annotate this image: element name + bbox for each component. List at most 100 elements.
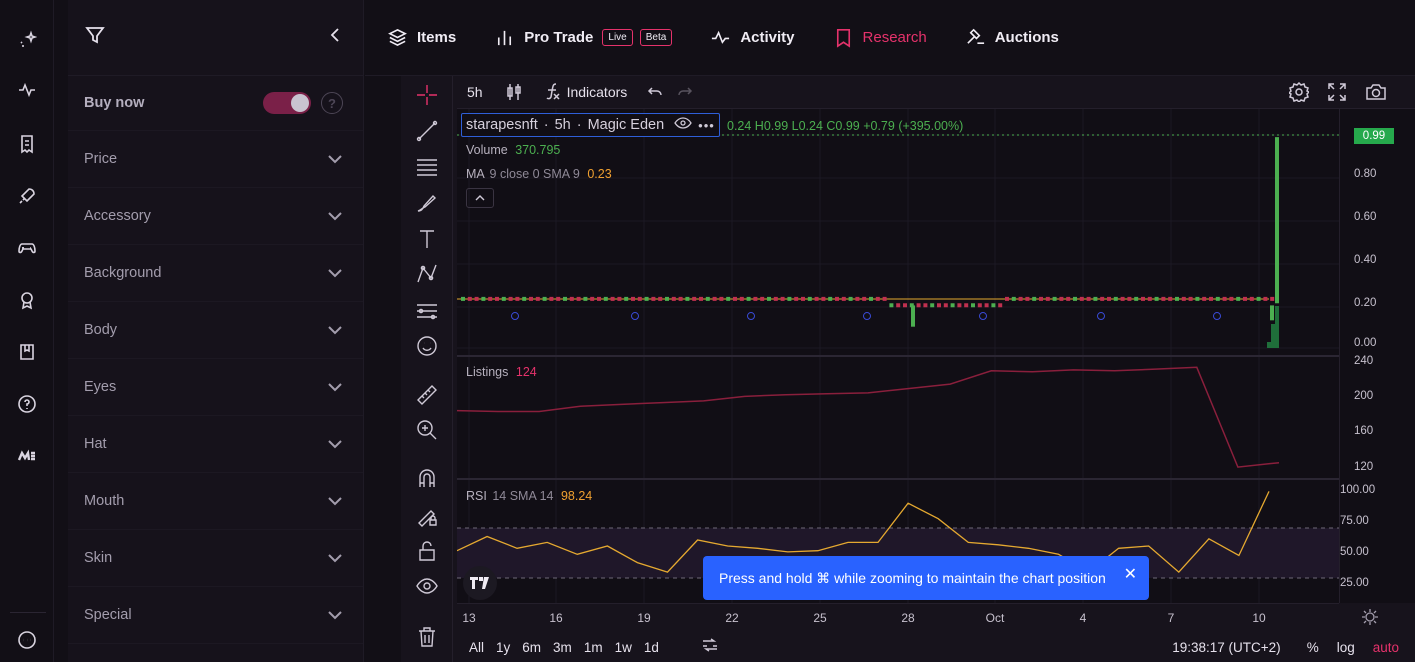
filter-category-price[interactable]: Price [68, 131, 363, 188]
candle [644, 296, 649, 301]
price-tick: 0.40 [1354, 254, 1377, 266]
auto-toggle[interactable]: auto [1373, 640, 1399, 655]
buy-now-label: Buy now [84, 95, 145, 111]
nav-auctions-label: Auctions [994, 29, 1059, 46]
lock-icon[interactable] [414, 538, 440, 564]
indicators-button[interactable]: Indicators [545, 82, 627, 103]
range-button-1d[interactable]: 1d [644, 640, 659, 655]
filter-category-accessory[interactable]: Accessory [68, 188, 363, 245]
candle [719, 296, 724, 301]
filter-category-special[interactable]: Special [68, 587, 363, 644]
price-axis[interactable]: 0.99 0.80 0.60 0.40 0.20 0.00 240 200 16… [1339, 109, 1415, 625]
event-marker [511, 312, 519, 321]
pulse-icon[interactable] [14, 77, 40, 103]
chart-plot-area[interactable] [456, 109, 1339, 603]
undo-icon[interactable] [647, 84, 663, 100]
rocket-icon[interactable] [14, 183, 40, 209]
eye-icon[interactable] [414, 573, 440, 599]
prediction-icon[interactable] [414, 298, 440, 324]
magnet-icon[interactable] [414, 466, 440, 492]
filter-icon[interactable] [84, 24, 106, 51]
range-button-All[interactable]: All [469, 640, 484, 655]
candle [1168, 296, 1173, 301]
axis-settings-icon[interactable] [1362, 609, 1378, 628]
toast-close-button[interactable]: ✕ [1124, 564, 1137, 584]
sparkle-logo-icon[interactable] [14, 27, 40, 53]
award-icon[interactable] [14, 287, 40, 313]
emoji-icon[interactable] [414, 333, 440, 359]
zoom-in-icon[interactable] [414, 417, 440, 443]
range-button-3m[interactable]: 3m [553, 640, 572, 655]
collapse-panel-icon[interactable] [327, 27, 343, 48]
collapse-legend-button[interactable] [466, 188, 494, 208]
candle [624, 296, 629, 301]
nav-auctions[interactable]: Auctions [965, 27, 1059, 48]
ma-params: 9 close 0 SMA 9 [489, 167, 580, 181]
candle [1222, 296, 1227, 301]
fullscreen-icon[interactable] [1327, 82, 1347, 102]
help-icon[interactable] [14, 391, 40, 417]
candle [801, 296, 805, 301]
filter-category-mouth[interactable]: Mouth [68, 473, 363, 530]
beta-badge: Beta [639, 29, 673, 46]
price-tick: 0.80 [1354, 168, 1377, 180]
interval-button[interactable]: 5h [467, 84, 483, 100]
volume-value: 370.795 [515, 143, 561, 157]
chevron-down-icon [327, 550, 343, 566]
rail-divider [10, 612, 46, 613]
ruler-icon[interactable] [414, 382, 440, 408]
gamepad-icon[interactable] [14, 235, 40, 261]
time-axis[interactable]: 13 16 19 22 25 28 Oct 4 7 10 [457, 603, 1339, 630]
settings-icon[interactable] [1289, 82, 1309, 102]
range-button-1m[interactable]: 1m [584, 640, 603, 655]
buy-now-help-icon[interactable]: ? [321, 92, 343, 114]
eye-icon[interactable] [674, 117, 692, 133]
filter-category-label: Accessory [84, 208, 151, 224]
last-price-label: 0.99 [1354, 128, 1394, 144]
book-icon[interactable] [14, 339, 40, 365]
receipt-icon[interactable] [14, 131, 40, 157]
candle [828, 296, 833, 301]
redo-icon[interactable] [677, 84, 693, 100]
trend-line-icon[interactable] [414, 118, 440, 144]
nav-activity[interactable]: Activity [710, 27, 795, 48]
range-button-1w[interactable]: 1w [615, 640, 632, 655]
buy-now-toggle[interactable] [263, 92, 311, 114]
more-options-icon[interactable]: ••• [698, 118, 715, 133]
percent-toggle[interactable]: % [1307, 640, 1319, 655]
filter-category-body[interactable]: Body [68, 302, 363, 359]
filter-category-skin[interactable]: Skin [68, 530, 363, 587]
filter-category-eyes[interactable]: Eyes [68, 359, 363, 416]
candles-icon[interactable] [505, 83, 523, 101]
listings-value: 124 [515, 365, 537, 379]
clock: 19:38:17 (UTC+2) [1172, 639, 1281, 655]
nav-research[interactable]: Research [833, 27, 927, 48]
crosshair-icon[interactable] [414, 82, 440, 108]
filter-category-background[interactable]: Background [68, 245, 363, 302]
filter-category-hat[interactable]: Hat [68, 416, 363, 473]
more-icon[interactable] [14, 627, 40, 653]
text-tool-icon[interactable] [414, 226, 440, 252]
trash-icon[interactable] [414, 624, 440, 650]
candle [957, 303, 962, 308]
brush-icon[interactable] [414, 190, 440, 216]
pattern-icon[interactable] [414, 261, 440, 287]
candle [1032, 296, 1037, 301]
magic-eden-icon[interactable] [14, 443, 40, 469]
nav-items[interactable]: Items [387, 27, 456, 48]
range-button-1y[interactable]: 1y [496, 640, 510, 655]
camera-icon[interactable] [1365, 82, 1387, 102]
candle [733, 296, 737, 301]
lock-drawing-icon[interactable] [414, 502, 440, 528]
compare-icon[interactable] [701, 637, 719, 657]
range-button-6m[interactable]: 6m [522, 640, 541, 655]
fib-lines-icon[interactable] [414, 154, 440, 180]
candle [515, 296, 520, 301]
symbol-legend[interactable]: starapesnft · 5h · Magic Eden ••• [461, 113, 720, 137]
tradingview-logo-icon[interactable] [463, 566, 497, 600]
log-toggle[interactable]: log [1337, 640, 1355, 655]
nav-pro-trade[interactable]: Pro Trade Live Beta [494, 27, 673, 48]
filter-category-label: Price [84, 151, 118, 167]
candle [658, 296, 663, 301]
candle [671, 296, 676, 301]
